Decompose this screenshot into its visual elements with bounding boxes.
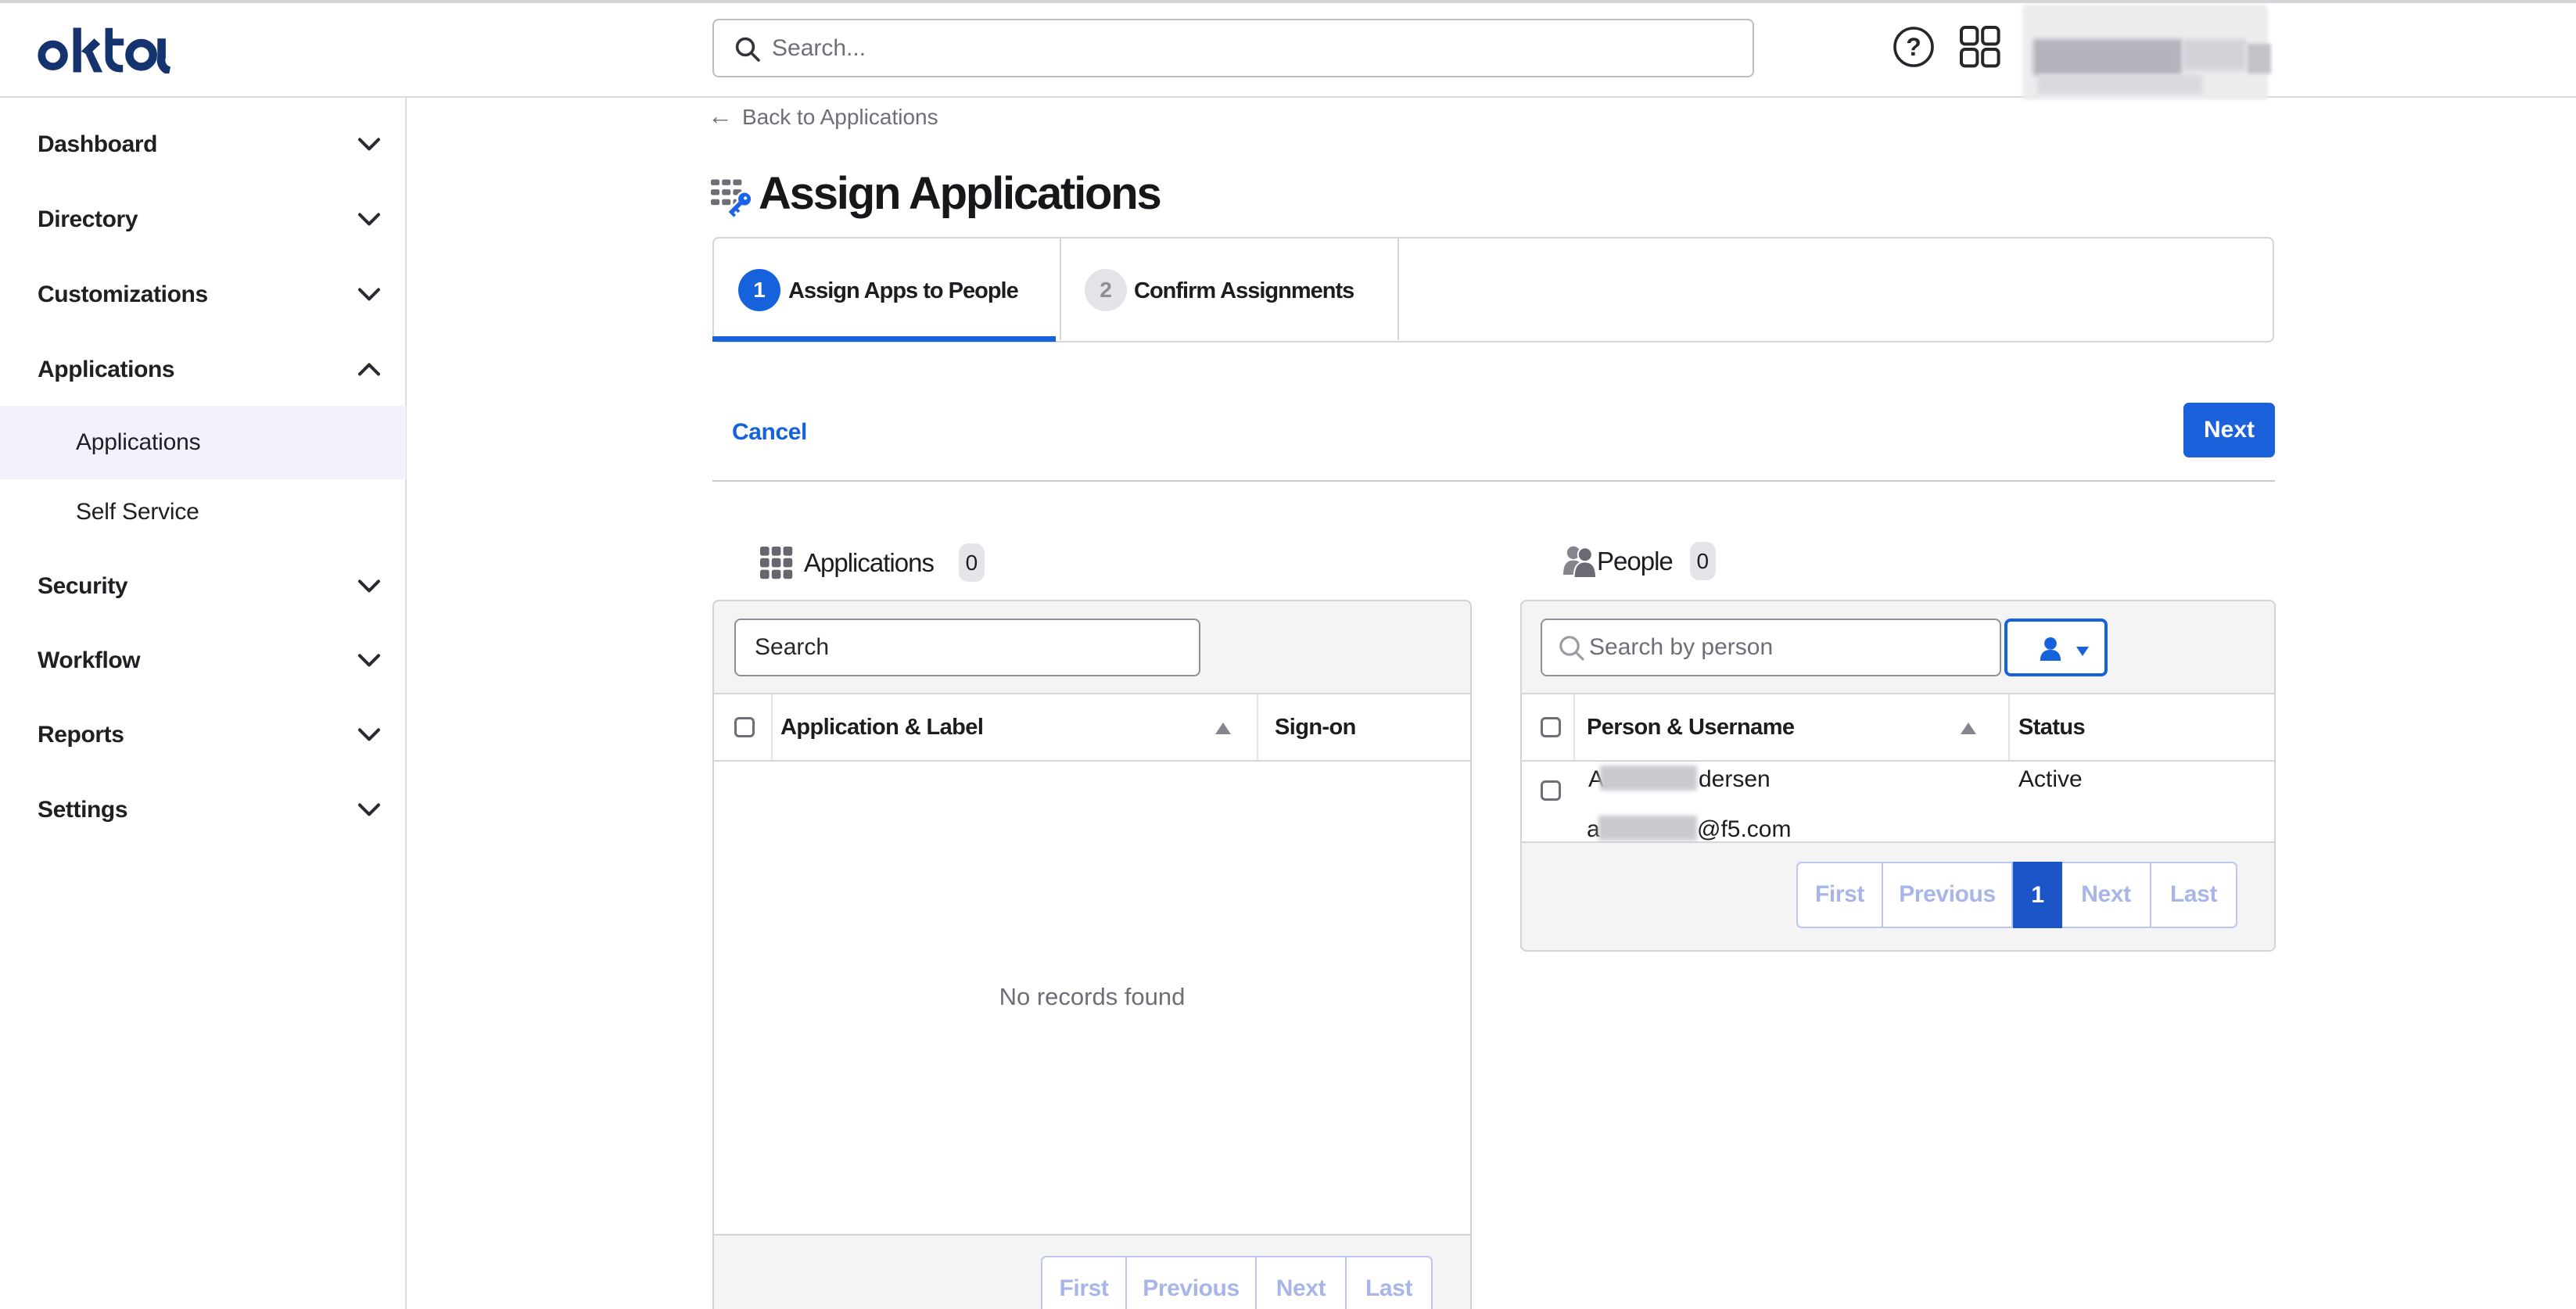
svg-text:?: ? <box>1906 33 1921 61</box>
